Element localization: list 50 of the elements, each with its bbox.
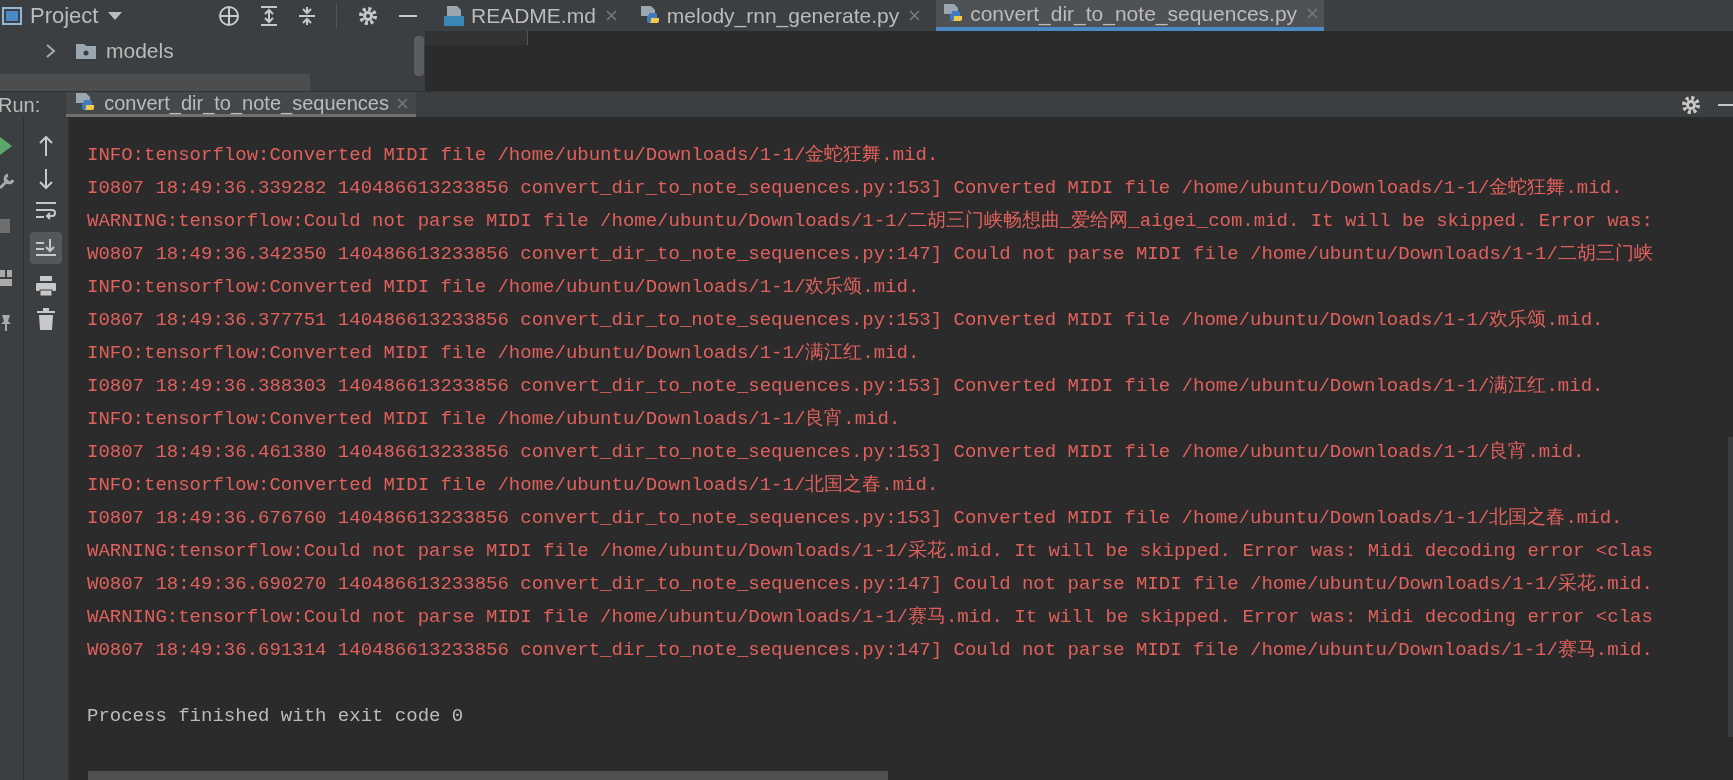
console-line: INFO:tensorflow:Converted MIDI file /home/ubuntu/Downloads/1-1/北国之春.mid. [87,474,939,496]
console-line: INFO:tensorflow:Converted MIDI file /home/ubuntu/Downloads/1-1/金蛇狂舞.mid. [87,144,939,166]
scroll-to-end-button[interactable] [30,232,62,264]
expand-all-icon[interactable] [260,5,278,26]
run-label: Run: [0,92,41,118]
markdown-file-icon [443,4,465,27]
chevron-right-icon[interactable] [46,44,56,58]
layout-icon[interactable] [0,270,12,286]
dropdown-icon[interactable] [108,11,123,20]
console-line: I0807 18:49:36.339282 140486613233856 convert_dir_to_note_sequences.py:153] Converted MIDI file /home/ubuntu/Downloads/1-1/金蛇狂舞.mid. [87,177,1623,199]
editor-tab[interactable]: README.md [437,0,623,31]
console-line: WARNING:tensorflow:Could not parse MIDI file /home/ubuntu/Downloads/1-1/二胡三门峡畅想曲_爱给网_aigei_com.mid. It will be skipped. Error was: [87,210,1653,232]
editor-tab[interactable]: melody_rnn_generate.py [632,0,927,31]
settings-icon[interactable] [1680,93,1702,116]
run-tab[interactable]: convert_dir_to_note_sequences [66,92,416,117]
run-icon[interactable] [0,137,12,155]
settings-icon[interactable] [357,4,379,27]
pin-icon[interactable] [0,315,12,331]
console-line: INFO:tensorflow:Converted MIDI file /home/ubuntu/Downloads/1-1/良宵.mid. [87,408,901,430]
soft-wrap-icon[interactable] [35,201,57,221]
console-line: I0807 18:49:36.676760 140486613233856 convert_dir_to_note_sequences.py:153] Converted MIDI file /home/ubuntu/Downloads/1-1/北国之春.mid. [87,507,1623,529]
project-icon [2,6,22,25]
folder-name[interactable]: models [106,35,174,67]
console-line: W0807 18:49:36.342350 140486613233856 convert_dir_to_note_sequences.py:147] Could not parse MIDI file /home/ubuntu/Downloads/1-1/二胡三门峡 [87,243,1653,265]
down-arrow-icon[interactable] [38,168,54,190]
collapse-all-icon[interactable] [298,5,316,26]
print-icon[interactable] [35,275,57,297]
console-line: WARNING:tensorflow:Could not parse MIDI file /home/ubuntu/Downloads/1-1/采花.mid. It will be skipped. Error was: Midi decoding error <clas [87,540,1653,562]
up-arrow-icon[interactable] [38,135,54,157]
console-line: I0807 18:49:36.377751 140486613233856 convert_dir_to_note_sequences.py:153] Converted MIDI file /home/ubuntu/Downloads/1-1/欢乐颂.mid. [87,309,1604,331]
close-icon[interactable] [605,10,617,21]
console-line: Process finished with exit code 0 [87,705,464,727]
scrollbar-thumb[interactable] [414,36,424,76]
close-icon[interactable] [909,10,921,21]
console-line: W0807 18:49:36.690270 140486613233856 convert_dir_to_note_sequences.py:147] Could not parse MIDI file /home/ubuntu/Downloads/1-1/采花.mid. [87,573,1653,595]
console-line: W0807 18:49:36.691314 140486613233856 convert_dir_to_note_sequences.py:147] Could not parse MIDI file /home/ubuntu/Downloads/1-1/赛马.mid. [87,639,1653,661]
console-line: INFO:tensorflow:Converted MIDI file /home/ubuntu/Downloads/1-1/欢乐颂.mid. [87,276,920,298]
console-line: INFO:tensorflow:Converted MIDI file /home/ubuntu/Downloads/1-1/满江红.mid. [87,342,920,364]
minimize-icon[interactable] [1718,102,1733,107]
console-line: I0807 18:49:36.461380 140486613233856 convert_dir_to_note_sequences.py:153] Converted MIDI file /home/ubuntu/Downloads/1-1/良宵.mid. [87,441,1585,463]
wrench-icon[interactable] [0,172,14,190]
console-line: I0807 18:49:36.388303 140486613233856 convert_dir_to_note_sequences.py:153] Converted MIDI file /home/ubuntu/Downloads/1-1/满江红.mid. [87,375,1604,397]
horizontal-scrollbar[interactable] [88,771,888,780]
console-line: WARNING:tensorflow:Could not parse MIDI file /home/ubuntu/Downloads/1-1/赛马.mid. It will be skipped. Error was: Midi decoding error <clas [87,606,1653,628]
panel-title: Project [30,2,99,30]
scroll-to-end-icon [35,237,57,259]
crosshair-icon[interactable] [218,4,240,27]
editor-tab[interactable]: convert_dir_to_note_sequences.py [936,0,1325,31]
trash-icon[interactable] [37,308,55,330]
folder-icon [76,43,96,59]
